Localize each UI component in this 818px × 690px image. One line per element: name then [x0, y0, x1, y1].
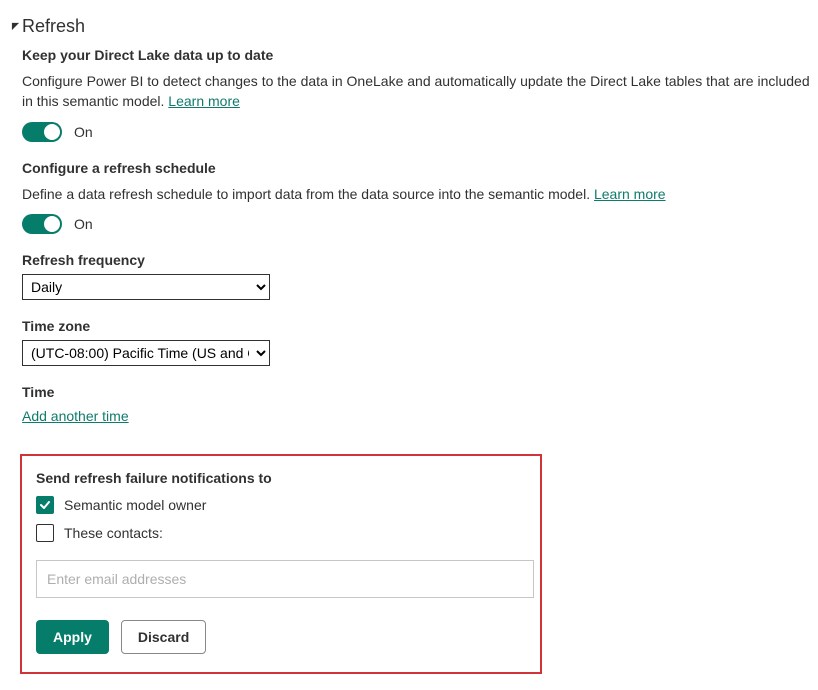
timezone-select[interactable]: (UTC-08:00) Pacific Time (US and Canada) [22, 340, 270, 366]
notifications-highlight-box: Send refresh failure notifications to Se… [20, 454, 542, 674]
schedule-learn-more-link[interactable]: Learn more [594, 186, 666, 202]
section-header[interactable]: Refresh [10, 16, 818, 37]
direct-lake-heading: Keep your Direct Lake data up to date [22, 47, 818, 63]
direct-lake-description: Configure Power BI to detect changes to … [22, 71, 812, 112]
notifications-heading: Send refresh failure notifications to [36, 470, 526, 486]
add-another-time-link[interactable]: Add another time [22, 408, 129, 424]
frequency-select[interactable]: Daily [22, 274, 270, 300]
schedule-toggle-label: On [74, 216, 93, 232]
schedule-desc-text: Define a data refresh schedule to import… [22, 186, 594, 202]
timezone-label: Time zone [22, 318, 818, 334]
apply-button[interactable]: Apply [36, 620, 109, 654]
contacts-checkbox[interactable] [36, 524, 54, 542]
email-addresses-input[interactable] [36, 560, 534, 598]
contacts-checkbox-label: These contacts: [64, 525, 163, 541]
discard-button[interactable]: Discard [121, 620, 206, 654]
direct-lake-toggle[interactable] [22, 122, 62, 142]
schedule-description: Define a data refresh schedule to import… [22, 184, 812, 204]
direct-lake-desc-text: Configure Power BI to detect changes to … [22, 73, 810, 109]
disclosure-triangle-icon[interactable] [10, 22, 20, 32]
owner-checkbox-label: Semantic model owner [64, 497, 206, 513]
time-label: Time [22, 384, 818, 400]
schedule-toggle[interactable] [22, 214, 62, 234]
section-title: Refresh [22, 16, 85, 37]
direct-lake-toggle-label: On [74, 124, 93, 140]
owner-checkbox[interactable] [36, 496, 54, 514]
frequency-label: Refresh frequency [22, 252, 818, 268]
schedule-heading: Configure a refresh schedule [22, 160, 818, 176]
direct-lake-learn-more-link[interactable]: Learn more [168, 93, 240, 109]
